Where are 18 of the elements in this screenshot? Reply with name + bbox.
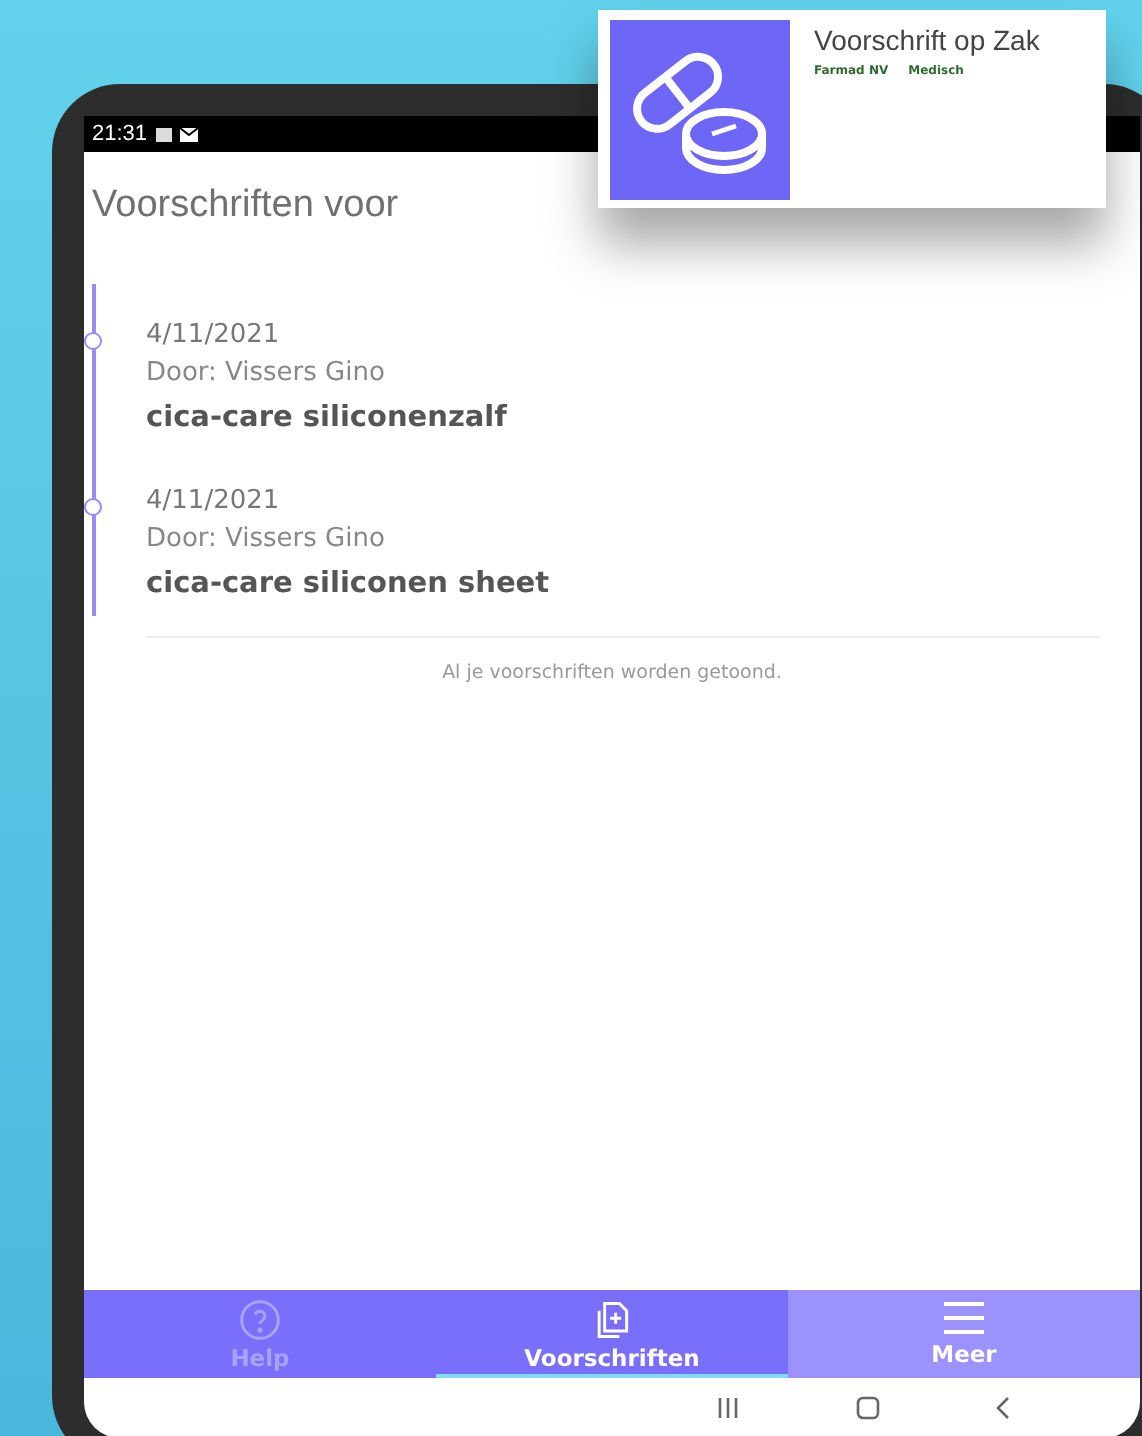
app-title: Voorschrift op Zak	[814, 24, 1040, 56]
mail-icon	[179, 127, 198, 141]
recents-icon[interactable]	[716, 1396, 740, 1420]
prescription-doctor: Door: Vissers Gino	[146, 524, 387, 554]
home-icon[interactable]	[856, 1396, 880, 1420]
prescription-doctor: Door: Vissers Gino	[146, 358, 387, 388]
help-icon	[238, 1298, 282, 1342]
prescription-date: 4/11/2021	[146, 320, 282, 350]
back-icon[interactable]	[996, 1396, 1012, 1420]
page-title: Voorschriften voor	[92, 184, 401, 228]
menu-icon	[940, 1298, 988, 1338]
prescription-name[interactable]: cica-care siliconenzalf	[146, 402, 1100, 434]
prescription-name[interactable]: cica-care siliconen sheet	[146, 568, 1100, 600]
status-time: 21:31	[92, 122, 148, 146]
end-message: Al je voorschriften worden getoond.	[440, 662, 784, 684]
tab[interactable]: Meer	[788, 1290, 1140, 1378]
prescription-date: 4/11/2021	[146, 486, 282, 516]
notification-icon	[155, 127, 172, 141]
